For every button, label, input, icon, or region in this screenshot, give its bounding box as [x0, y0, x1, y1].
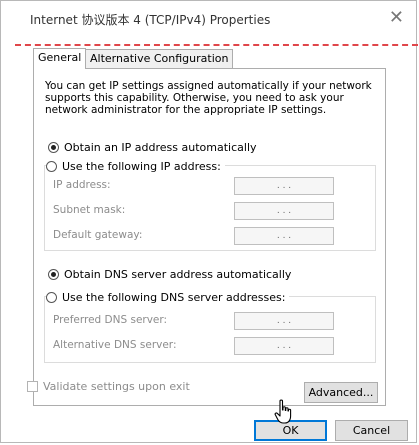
ip-address-label: IP address: — [53, 179, 111, 191]
radio-selected-icon[interactable] — [48, 141, 59, 153]
dns-server-group: Preferred DNS server: . . . Alternative … — [44, 296, 376, 363]
subnet-mask-row: Subnet mask: . . . — [53, 202, 371, 220]
tab-alternative-configuration[interactable]: Alternative Configuration — [85, 49, 234, 68]
advanced-button[interactable]: Advanced... — [304, 382, 378, 403]
alternative-dns-label: Alternative DNS server: — [53, 339, 177, 351]
validate-checkbox[interactable] — [27, 381, 38, 392]
alternative-dns-input[interactable]: . . . — [234, 337, 334, 355]
preferred-dns-row: Preferred DNS server: . . . — [53, 312, 371, 330]
ip-address-input[interactable]: . . . — [234, 177, 334, 195]
ip-address-row: IP address: . . . — [53, 177, 371, 195]
radio-use-following-ip[interactable]: Use the following IP address: — [46, 158, 225, 174]
close-icon[interactable]: ✕ — [389, 7, 404, 28]
radio-obtain-ip-auto[interactable]: Obtain an IP address automatically — [48, 139, 257, 155]
default-gateway-input[interactable]: . . . — [234, 227, 334, 245]
radio-label: Use the following IP address: — [62, 159, 221, 173]
subnet-mask-label: Subnet mask: — [53, 204, 126, 216]
properties-dialog: Internet 协议版本 4 (TCP/IPv4) Properties ✕ … — [0, 0, 418, 443]
cancel-button[interactable]: Cancel — [335, 420, 408, 441]
radio-unselected-icon[interactable] — [46, 160, 57, 172]
ip-address-group: IP address: . . . Subnet mask: . . . Def… — [44, 165, 376, 251]
radio-label: Use the following DNS server addresses: — [62, 290, 286, 304]
tab-general[interactable]: General — [33, 48, 87, 69]
radio-label: Obtain an IP address automatically — [64, 140, 257, 154]
radio-obtain-dns-auto[interactable]: Obtain DNS server address automatically — [48, 266, 291, 282]
preferred-dns-label: Preferred DNS server: — [53, 314, 168, 326]
window-title: Internet 协议版本 4 (TCP/IPv4) Properties — [30, 13, 271, 27]
default-gateway-row: Default gateway: . . . — [53, 227, 371, 245]
preferred-dns-input[interactable]: . . . — [234, 312, 334, 330]
alternative-dns-row: Alternative DNS server: . . . — [53, 337, 371, 355]
radio-unselected-icon[interactable] — [46, 291, 57, 303]
radio-selected-icon[interactable] — [48, 268, 59, 280]
title-bar: Internet 协议版本 4 (TCP/IPv4) Properties ✕ — [1, 1, 416, 35]
validate-label: Validate settings upon exit — [43, 380, 190, 393]
general-panel: You can get IP settings assigned automat… — [33, 68, 386, 406]
description-text: You can get IP settings assigned automat… — [45, 80, 372, 116]
hand-pointer-icon — [274, 399, 292, 424]
annotation-dashed-line — [15, 44, 418, 46]
default-gateway-label: Default gateway: — [53, 229, 143, 241]
validate-settings-checkbox-row[interactable]: Validate settings upon exit — [27, 380, 190, 393]
radio-label: Obtain DNS server address automatically — [64, 267, 292, 281]
radio-use-following-dns[interactable]: Use the following DNS server addresses: — [46, 289, 290, 305]
subnet-mask-input[interactable]: . . . — [234, 202, 334, 220]
